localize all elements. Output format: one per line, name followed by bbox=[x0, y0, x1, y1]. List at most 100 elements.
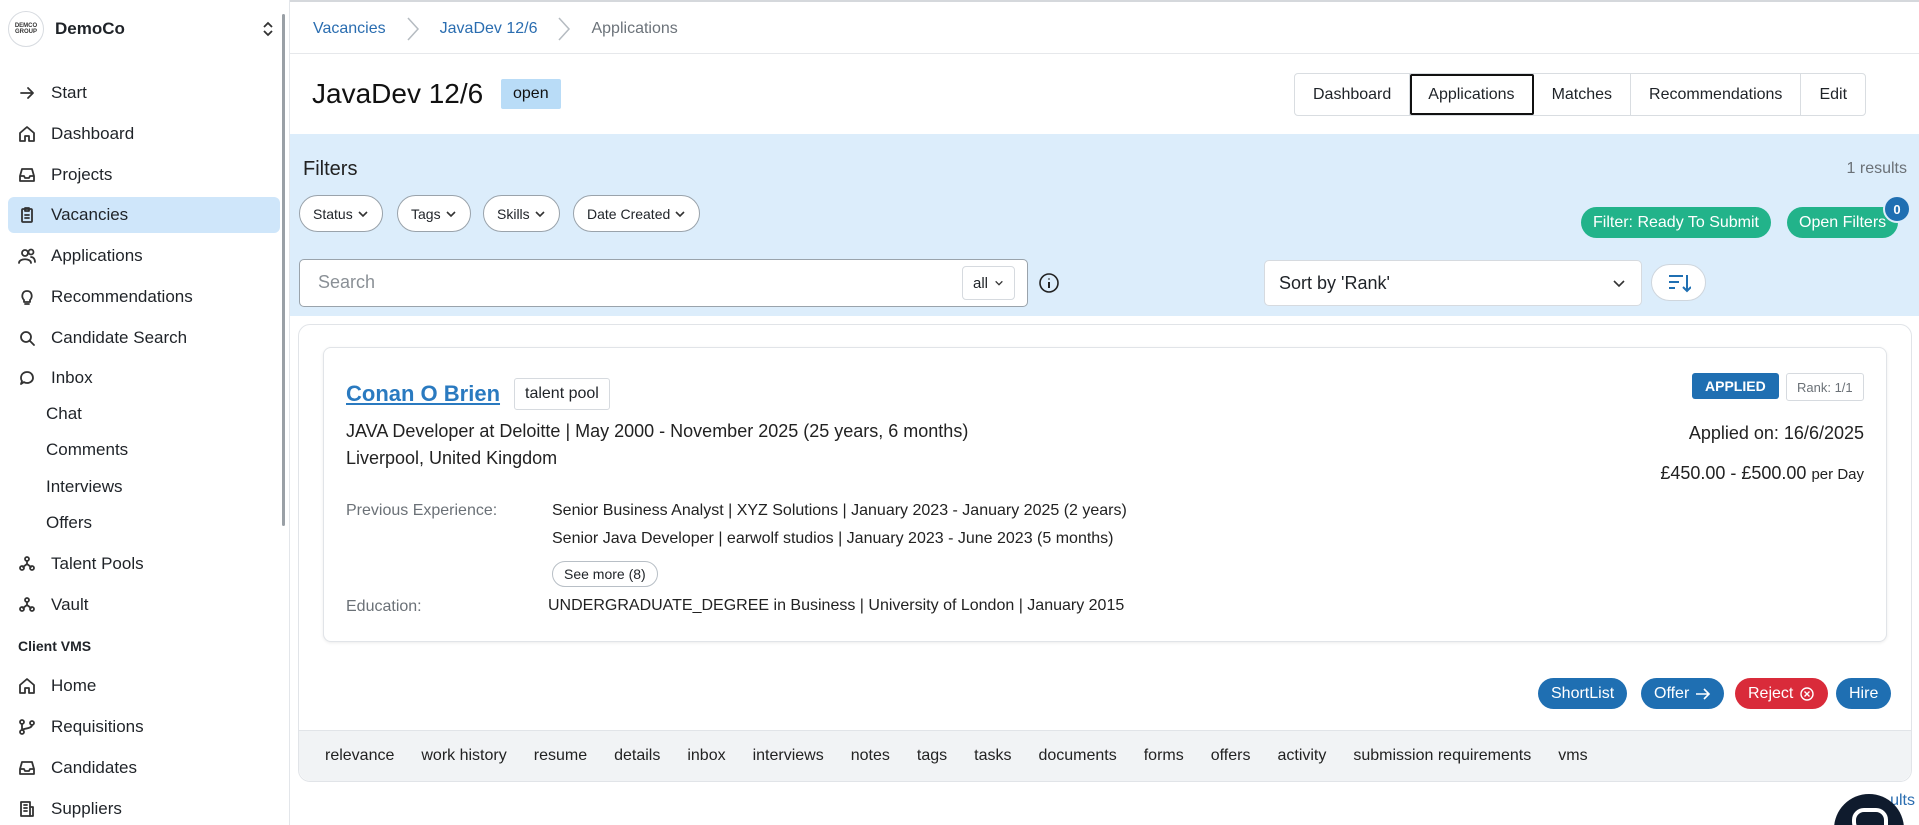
tab-vms[interactable]: vms bbox=[1558, 747, 1587, 765]
sidebar-item-label: Candidate Search bbox=[51, 328, 188, 347]
tab-recommendations[interactable]: Recommendations bbox=[1631, 74, 1802, 115]
sort-select[interactable]: Sort by 'Rank' bbox=[1264, 260, 1642, 306]
tab-edit[interactable]: Edit bbox=[1801, 74, 1865, 115]
org-switcher[interactable]: DEMCO GROUP DemoCo bbox=[8, 10, 283, 48]
search-scope-select[interactable]: all bbox=[961, 266, 1015, 300]
tab-forms[interactable]: forms bbox=[1144, 747, 1184, 765]
application-status-badge: APPLIED bbox=[1692, 373, 1779, 399]
education-label: Education: bbox=[346, 598, 422, 615]
home-icon bbox=[18, 677, 36, 695]
tab-details[interactable]: details bbox=[614, 747, 660, 765]
education-item: UNDERGRADUATE_DEGREE in Business | Unive… bbox=[548, 597, 1125, 614]
tab-notes[interactable]: notes bbox=[851, 747, 890, 765]
inbox-tray-icon bbox=[18, 166, 36, 184]
sidebar-item-inbox[interactable]: Inbox bbox=[8, 360, 280, 396]
tab-tasks[interactable]: tasks bbox=[974, 747, 1011, 765]
tab-matches[interactable]: Matches bbox=[1534, 74, 1632, 115]
sidebar-item-candidate-search[interactable]: Candidate Search bbox=[8, 320, 280, 356]
search-input[interactable] bbox=[318, 272, 918, 293]
sidebar-scrollbar[interactable] bbox=[282, 14, 285, 526]
offer-button[interactable]: Offer bbox=[1641, 678, 1725, 709]
sort-direction-button[interactable] bbox=[1651, 264, 1706, 301]
chevron-down-icon bbox=[995, 280, 1003, 286]
button-label: Reject bbox=[1748, 684, 1794, 702]
candidate-name-link[interactable]: Conan O Brien bbox=[346, 381, 500, 407]
application-detail-tabs: relevance work history resume details in… bbox=[299, 730, 1911, 781]
results-count: 1 results bbox=[1846, 160, 1907, 177]
sidebar-item-suppliers[interactable]: Suppliers bbox=[8, 791, 280, 825]
rate-unit: per Day bbox=[1811, 466, 1864, 483]
rate-value: £450.00 - £500.00 bbox=[1660, 463, 1807, 483]
chevron-down-icon bbox=[535, 210, 545, 217]
chat-icon bbox=[18, 369, 36, 387]
chevron-down-icon bbox=[446, 210, 456, 217]
sidebar-item-requisitions[interactable]: Requisitions bbox=[8, 709, 280, 745]
search-box: all bbox=[299, 259, 1028, 307]
sidebar-subitem-offers[interactable]: Offers bbox=[46, 508, 92, 538]
tab-offers[interactable]: offers bbox=[1211, 747, 1251, 765]
hire-button[interactable]: Hire bbox=[1836, 678, 1892, 709]
chevron-up-down-icon[interactable] bbox=[261, 19, 275, 39]
reject-button[interactable]: Reject bbox=[1735, 678, 1829, 709]
tab-documents[interactable]: documents bbox=[1038, 747, 1116, 765]
sidebar-item-vault[interactable]: Vault bbox=[8, 587, 280, 623]
candidate-rate: £450.00 - £500.00 per Day bbox=[1660, 463, 1864, 484]
tab-tags[interactable]: tags bbox=[917, 747, 947, 765]
sidebar-item-label: Talent Pools bbox=[51, 554, 144, 573]
sidebar-subitem-label: Interviews bbox=[46, 477, 123, 496]
sidebar-subitem-interviews[interactable]: Interviews bbox=[46, 472, 123, 502]
filter-chip-tags[interactable]: Tags bbox=[397, 195, 471, 232]
tab-relevance[interactable]: relevance bbox=[325, 747, 394, 765]
sort-descending-icon bbox=[1668, 274, 1691, 292]
candidate-tag: talent pool bbox=[514, 378, 610, 410]
breadcrumb-vacancy[interactable]: JavaDev 12/6 bbox=[440, 20, 538, 38]
filter-chip-date-created[interactable]: Date Created bbox=[573, 195, 701, 232]
sidebar-item-applications[interactable]: Applications bbox=[8, 238, 280, 274]
sidebar-item-projects[interactable]: Projects bbox=[8, 157, 280, 193]
tab-resume[interactable]: resume bbox=[534, 747, 587, 765]
sidebar-subitem-chat[interactable]: Chat bbox=[46, 399, 82, 429]
shortlist-button[interactable]: ShortList bbox=[1538, 678, 1628, 709]
sidebar-subitem-label: Chat bbox=[46, 404, 82, 423]
sidebar-item-vacancies[interactable]: Vacancies bbox=[8, 197, 280, 233]
sidebar-item-candidates[interactable]: Candidates bbox=[8, 750, 280, 786]
sidebar-item-label: Vacancies bbox=[51, 205, 129, 224]
header-divider bbox=[290, 53, 1919, 54]
filter-ready-to-submit-button[interactable]: Filter: Ready To Submit bbox=[1581, 207, 1771, 238]
tab-submission-requirements[interactable]: submission requirements bbox=[1353, 747, 1531, 765]
tab-inbox[interactable]: inbox bbox=[687, 747, 725, 765]
sidebar-subitem-label: Offers bbox=[46, 513, 92, 532]
sidebar-item-dashboard[interactable]: Dashboard bbox=[8, 116, 280, 152]
org-logo: DEMCO GROUP bbox=[8, 11, 44, 47]
sidebar-item-label: Applications bbox=[51, 246, 143, 265]
sidebar-subitem-comments[interactable]: Comments bbox=[46, 435, 128, 465]
sidebar: DEMCO GROUP DemoCo Start Dashboard Proje… bbox=[0, 0, 290, 825]
tab-dashboard[interactable]: Dashboard bbox=[1295, 74, 1411, 115]
filter-chip-skills[interactable]: Skills bbox=[483, 195, 560, 232]
sidebar-item-label: Recommendations bbox=[51, 287, 193, 306]
button-label: ShortList bbox=[1551, 684, 1615, 702]
sidebar-item-recommendations[interactable]: Recommendations bbox=[8, 279, 280, 315]
sidebar-item-talent-pools[interactable]: Talent Pools bbox=[8, 546, 280, 582]
chat-icon bbox=[1852, 808, 1888, 825]
sidebar-item-home[interactable]: Home bbox=[8, 668, 280, 704]
tab-work-history[interactable]: work history bbox=[421, 747, 506, 765]
tab-applications[interactable]: Applications bbox=[1410, 74, 1534, 115]
see-more-button[interactable]: See more (8) bbox=[552, 561, 658, 587]
users-icon bbox=[18, 247, 36, 265]
close-circle-icon bbox=[1800, 686, 1815, 701]
sidebar-section-client-vms: Client VMS bbox=[18, 638, 92, 654]
breadcrumb-vacancies[interactable]: Vacancies bbox=[313, 20, 386, 38]
sidebar-item-start[interactable]: Start bbox=[8, 75, 280, 111]
arrow-right-icon bbox=[18, 84, 36, 102]
open-filters-button[interactable]: Open Filters bbox=[1787, 207, 1899, 238]
building-icon bbox=[18, 800, 36, 818]
filter-chip-status[interactable]: Status bbox=[299, 195, 383, 232]
open-filters-count-badge: 0 bbox=[1883, 195, 1911, 223]
info-icon[interactable] bbox=[1038, 272, 1060, 294]
applied-on-date: Applied on: 16/6/2025 bbox=[1688, 423, 1864, 443]
tab-interviews[interactable]: interviews bbox=[753, 747, 824, 765]
branch-icon bbox=[18, 718, 36, 736]
sidebar-item-label: Candidates bbox=[51, 758, 138, 777]
tab-activity[interactable]: activity bbox=[1277, 747, 1326, 765]
